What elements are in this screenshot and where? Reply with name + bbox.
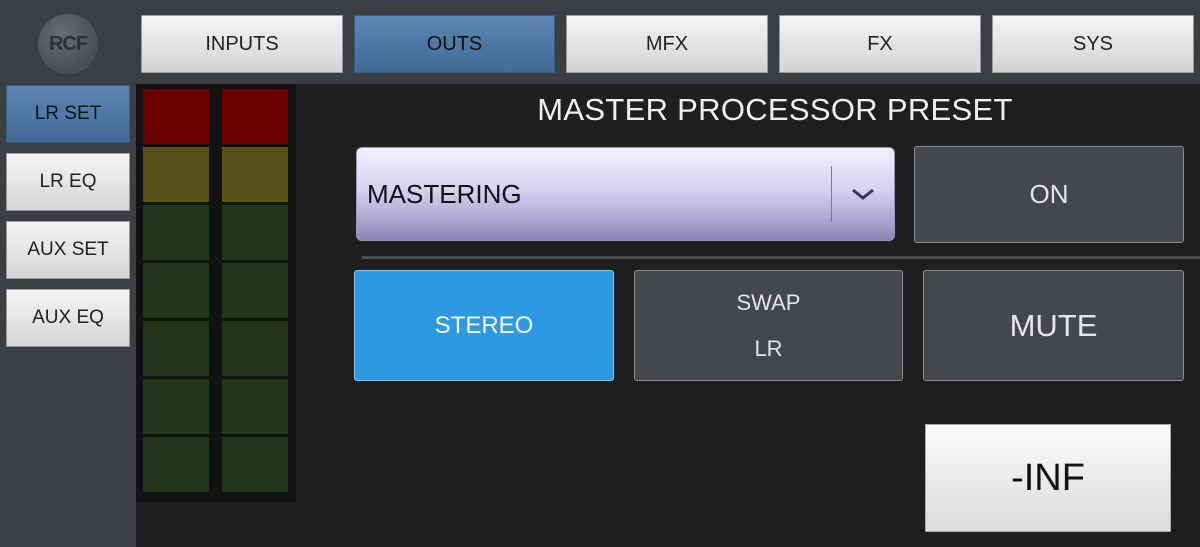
stereo-button[interactable]: STEREO: [354, 270, 614, 381]
divider: [362, 256, 1200, 259]
meter-segment: [222, 263, 288, 318]
meter-segment: [143, 437, 209, 492]
meter-segment: [222, 379, 288, 434]
meter-segment: [143, 379, 209, 434]
swap-label-line2: LR: [754, 335, 783, 361]
meter-segment: [143, 147, 209, 202]
sidebar-item-lr-eq[interactable]: LR EQ: [6, 153, 130, 211]
meter-segment: [222, 437, 288, 492]
tab-mfx[interactable]: MFX: [566, 15, 768, 73]
preset-selected: MASTERING: [367, 178, 522, 209]
meter-segment: [143, 205, 209, 260]
swap-lr-button[interactable]: SWAP LR: [634, 270, 903, 381]
meter-left: [143, 89, 209, 492]
meter-segment: [143, 321, 209, 376]
chevron-down-icon: [832, 186, 894, 202]
tab-outs[interactable]: OUTS: [354, 15, 555, 73]
meter-segment: [222, 147, 288, 202]
sidebar-item-lr-set[interactable]: LR SET: [6, 85, 130, 143]
meter-segment: [222, 89, 288, 144]
rcf-logo: RCF: [38, 14, 98, 74]
meter-segment: [222, 321, 288, 376]
sidebar-item-aux-set[interactable]: AUX SET: [6, 221, 130, 279]
preset-title: MASTER PROCESSOR PRESET: [537, 92, 1013, 127]
tab-sys[interactable]: SYS: [992, 15, 1194, 73]
mute-button[interactable]: MUTE: [923, 270, 1184, 381]
meter-segment: [143, 263, 209, 318]
meter-segment: [143, 89, 209, 144]
sidebar-item-aux-eq[interactable]: AUX EQ: [6, 289, 130, 347]
tab-inputs[interactable]: INPUTS: [141, 15, 343, 73]
swap-label-line1: SWAP: [736, 289, 801, 315]
preset-on-button[interactable]: ON: [914, 146, 1184, 243]
meter-right: [222, 89, 288, 492]
tab-fx[interactable]: FX: [779, 15, 981, 73]
preset-dropdown[interactable]: MASTERING: [356, 147, 895, 241]
meter-segment: [222, 205, 288, 260]
level-readout-button[interactable]: -INF: [925, 424, 1171, 532]
